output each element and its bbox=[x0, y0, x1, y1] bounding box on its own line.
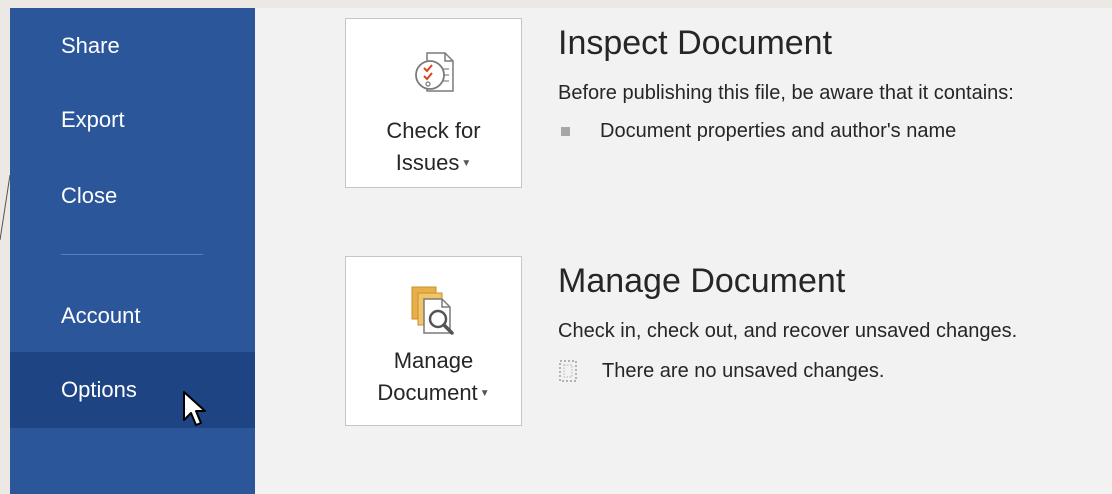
inspect-document-bullet: Document properties and author's name bbox=[558, 120, 956, 143]
check-for-issues-button[interactable]: Check for Issues ▼ bbox=[345, 18, 522, 188]
inspect-document-title: Inspect Document bbox=[558, 24, 833, 62]
sidebar-item-account[interactable]: Account bbox=[10, 278, 255, 354]
square-bullet-icon bbox=[561, 127, 570, 136]
dotted-document-icon bbox=[559, 360, 577, 382]
mouse-pointer-icon bbox=[183, 391, 206, 426]
check-for-issues-label-2: Issues ▼ bbox=[346, 147, 521, 180]
check-for-issues-label-1: Check for bbox=[386, 118, 481, 143]
backstage-sidebar: Share Export Close Account Options bbox=[10, 8, 255, 494]
document-stack-magnifier-icon bbox=[411, 286, 454, 335]
inspect-document-bullet-text: Document properties and author's name bbox=[600, 120, 957, 142]
sidebar-item-share[interactable]: Share bbox=[10, 8, 255, 84]
sidebar-item-options[interactable]: Options bbox=[10, 352, 255, 428]
checklist-document-icon bbox=[414, 52, 454, 92]
manage-document-status: There are no unsaved changes. bbox=[558, 359, 884, 383]
manage-document-label-2-text: Document bbox=[377, 380, 478, 405]
check-for-issues-label-2-text: Issues bbox=[395, 150, 460, 175]
manage-document-label-2: Document ▼ bbox=[346, 377, 521, 410]
manage-document-button[interactable]: Manage Document ▼ bbox=[345, 256, 522, 426]
caret-down-icon: ▼ bbox=[479, 388, 490, 400]
sidebar-item-close[interactable]: Close bbox=[10, 158, 255, 234]
manage-document-description: Check in, check out, and recover unsaved… bbox=[558, 320, 1018, 342]
backstage-view: Share Export Close Account Options Check… bbox=[10, 8, 1112, 494]
inspect-document-description: Before publishing this file, be aware th… bbox=[558, 82, 1014, 104]
caret-down-icon: ▼ bbox=[461, 158, 472, 170]
manage-document-status-text: There are no unsaved changes. bbox=[602, 359, 885, 382]
sidebar-item-export[interactable]: Export bbox=[10, 82, 255, 158]
manage-document-label-1: Manage bbox=[393, 348, 474, 373]
sidebar-separator bbox=[61, 254, 203, 255]
manage-document-title: Manage Document bbox=[558, 262, 846, 300]
